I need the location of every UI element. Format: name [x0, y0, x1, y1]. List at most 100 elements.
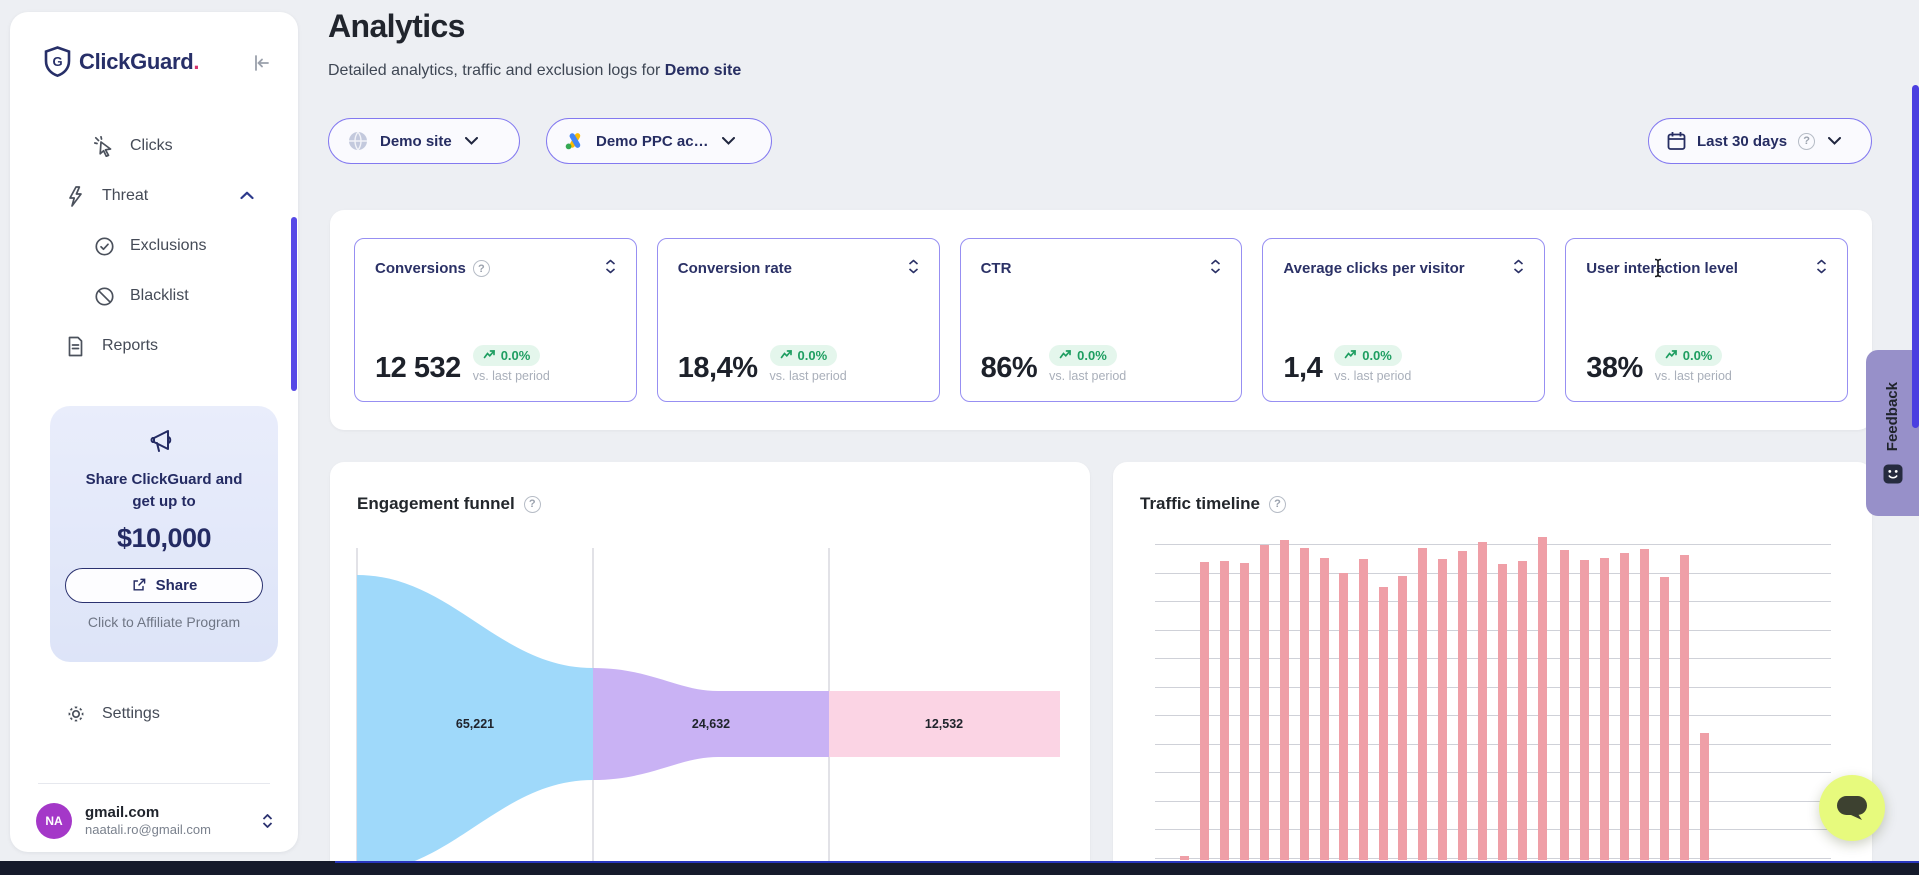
bottom-bar-accent [335, 861, 1919, 863]
kpi-card-conversion-rate: Conversion rate 18,4% 0.0% vs. last peri… [657, 238, 940, 402]
traffic-bar [1640, 549, 1649, 860]
gridline [1155, 573, 1831, 574]
kpi-panel: Conversions? 12 532 0.0% vs. last period… [330, 210, 1872, 430]
sidebar-item-threat[interactable]: Threat [10, 171, 298, 221]
kpi-value: 86% [981, 354, 1038, 383]
kpi-card-user-interaction-level: User interaction level 38% 0.0% vs. last… [1565, 238, 1848, 402]
sidebar-item-blacklist[interactable]: Blacklist [10, 271, 298, 321]
sidebar-divider [38, 783, 270, 784]
metric-sort-icon[interactable] [1210, 259, 1221, 278]
kpi-change-badge: 0.0% [770, 345, 838, 366]
kpi-change-badge: 0.0% [1334, 345, 1402, 366]
kpi-compare-label: vs. last period [473, 369, 550, 383]
sidebar-item-label: Reports [102, 337, 158, 355]
prohibited-icon [94, 286, 115, 307]
share-button[interactable]: Share [65, 568, 263, 603]
traffic-bar [1339, 573, 1348, 860]
kpi-label: Conversions [375, 260, 466, 277]
traffic-bar [1260, 545, 1269, 860]
gridline [1155, 630, 1831, 631]
promo-text: Share ClickGuard and get up to [50, 469, 278, 513]
metric-sort-icon[interactable] [1513, 259, 1524, 278]
external-link-icon [131, 577, 147, 593]
sidebar-item-label: Settings [102, 705, 160, 723]
metric-sort-icon[interactable] [605, 259, 616, 278]
gridline [1155, 772, 1831, 773]
ppc-account-label: Demo PPC ac… [596, 133, 709, 150]
gridline [1155, 744, 1831, 745]
site-selector[interactable]: Demo site [328, 118, 520, 164]
help-icon[interactable]: ? [524, 496, 541, 513]
brand-wordmark: ClickGuard. [79, 49, 199, 75]
traffic-bar [1620, 553, 1629, 860]
site-selector-label: Demo site [380, 133, 452, 150]
traffic-bar [1560, 550, 1569, 860]
account-name: gmail.com [85, 804, 211, 822]
traffic-bar [1180, 856, 1189, 860]
subtitle-site-name: Demo site [665, 62, 741, 79]
check-badge-icon [94, 236, 115, 257]
chevron-down-icon [722, 137, 735, 145]
globe-icon [347, 130, 369, 152]
metric-sort-icon[interactable] [1816, 259, 1827, 278]
funnel-stage-value: 12,532 [925, 717, 963, 731]
kpi-label: CTR [981, 260, 1012, 277]
sidebar-nav: Clicks ThreatExclusionsBlacklist Reports [10, 121, 298, 371]
gridline [1155, 829, 1831, 830]
sidebar-item-clicks[interactable]: Clicks [10, 121, 298, 171]
gridline [1155, 715, 1831, 716]
chevron-up-icon[interactable] [240, 187, 254, 205]
trend-up-icon [1344, 348, 1357, 363]
metric-sort-icon[interactable] [908, 259, 919, 278]
feedback-smiley-icon [1883, 464, 1903, 484]
promo-amount: $10,000 [50, 523, 278, 554]
traffic-bar [1458, 551, 1467, 860]
traffic-bar [1359, 559, 1368, 860]
document-icon [66, 336, 87, 357]
traffic-bar [1498, 564, 1507, 860]
scrollbar-thumb[interactable] [1912, 85, 1919, 428]
sidebar-item-settings[interactable]: Settings [10, 689, 298, 739]
chevron-updown-icon [261, 813, 274, 829]
trend-up-icon [780, 348, 793, 363]
collapse-sidebar-icon[interactable] [250, 52, 272, 74]
traffic-bar-chart [1155, 536, 1831, 875]
kpi-compare-label: vs. last period [770, 369, 847, 383]
nav-active-indicator [291, 217, 297, 391]
traffic-bar [1220, 561, 1229, 860]
funnel-stage-value: 24,632 [692, 717, 730, 731]
date-range-selector[interactable]: Last 30 days ? [1648, 118, 1872, 164]
feedback-label: Feedback [1884, 382, 1901, 451]
engagement-funnel-card: Engagement funnel ? 65,22124,63212,532 [330, 462, 1090, 875]
kpi-label: Conversion rate [678, 260, 792, 277]
traffic-bar [1478, 542, 1487, 860]
traffic-bar [1398, 576, 1407, 860]
sidebar-item-exclusions[interactable]: Exclusions [10, 221, 298, 271]
traffic-title: Traffic timeline [1140, 494, 1260, 514]
kpi-change-badge: 0.0% [1655, 345, 1723, 366]
svg-text:G: G [52, 54, 62, 69]
traffic-timeline-card: Traffic timeline ? [1113, 462, 1872, 875]
kpi-change-badge: 0.0% [473, 345, 541, 366]
help-icon[interactable]: ? [1269, 496, 1286, 513]
help-icon[interactable]: ? [1798, 133, 1815, 150]
sidebar-item-label: Clicks [130, 137, 173, 155]
logo[interactable]: G ClickGuard. [44, 46, 199, 77]
kpi-value: 18,4% [678, 354, 758, 383]
gridline [1155, 658, 1831, 659]
account-switcher[interactable]: NA gmail.com naatali.ro@gmail.com [36, 798, 274, 844]
google-ads-icon [565, 132, 585, 150]
trend-up-icon [483, 348, 496, 363]
settings-row: Settings [10, 689, 298, 739]
chat-launcher-button[interactable] [1819, 775, 1885, 841]
kpi-value: 38% [1586, 354, 1643, 383]
help-icon[interactable]: ? [473, 260, 490, 277]
gear-icon [66, 704, 87, 725]
affiliate-link[interactable]: Click to Affiliate Program [50, 614, 278, 630]
sidebar-item-reports[interactable]: Reports [10, 321, 298, 371]
kpi-compare-label: vs. last period [1334, 369, 1411, 383]
funnel-stage-value: 65,221 [456, 717, 494, 731]
trend-up-icon [1665, 348, 1678, 363]
ppc-account-selector[interactable]: Demo PPC ac… [546, 118, 772, 164]
affiliate-promo-card[interactable]: Share ClickGuard and get up to $10,000 S… [50, 406, 278, 662]
